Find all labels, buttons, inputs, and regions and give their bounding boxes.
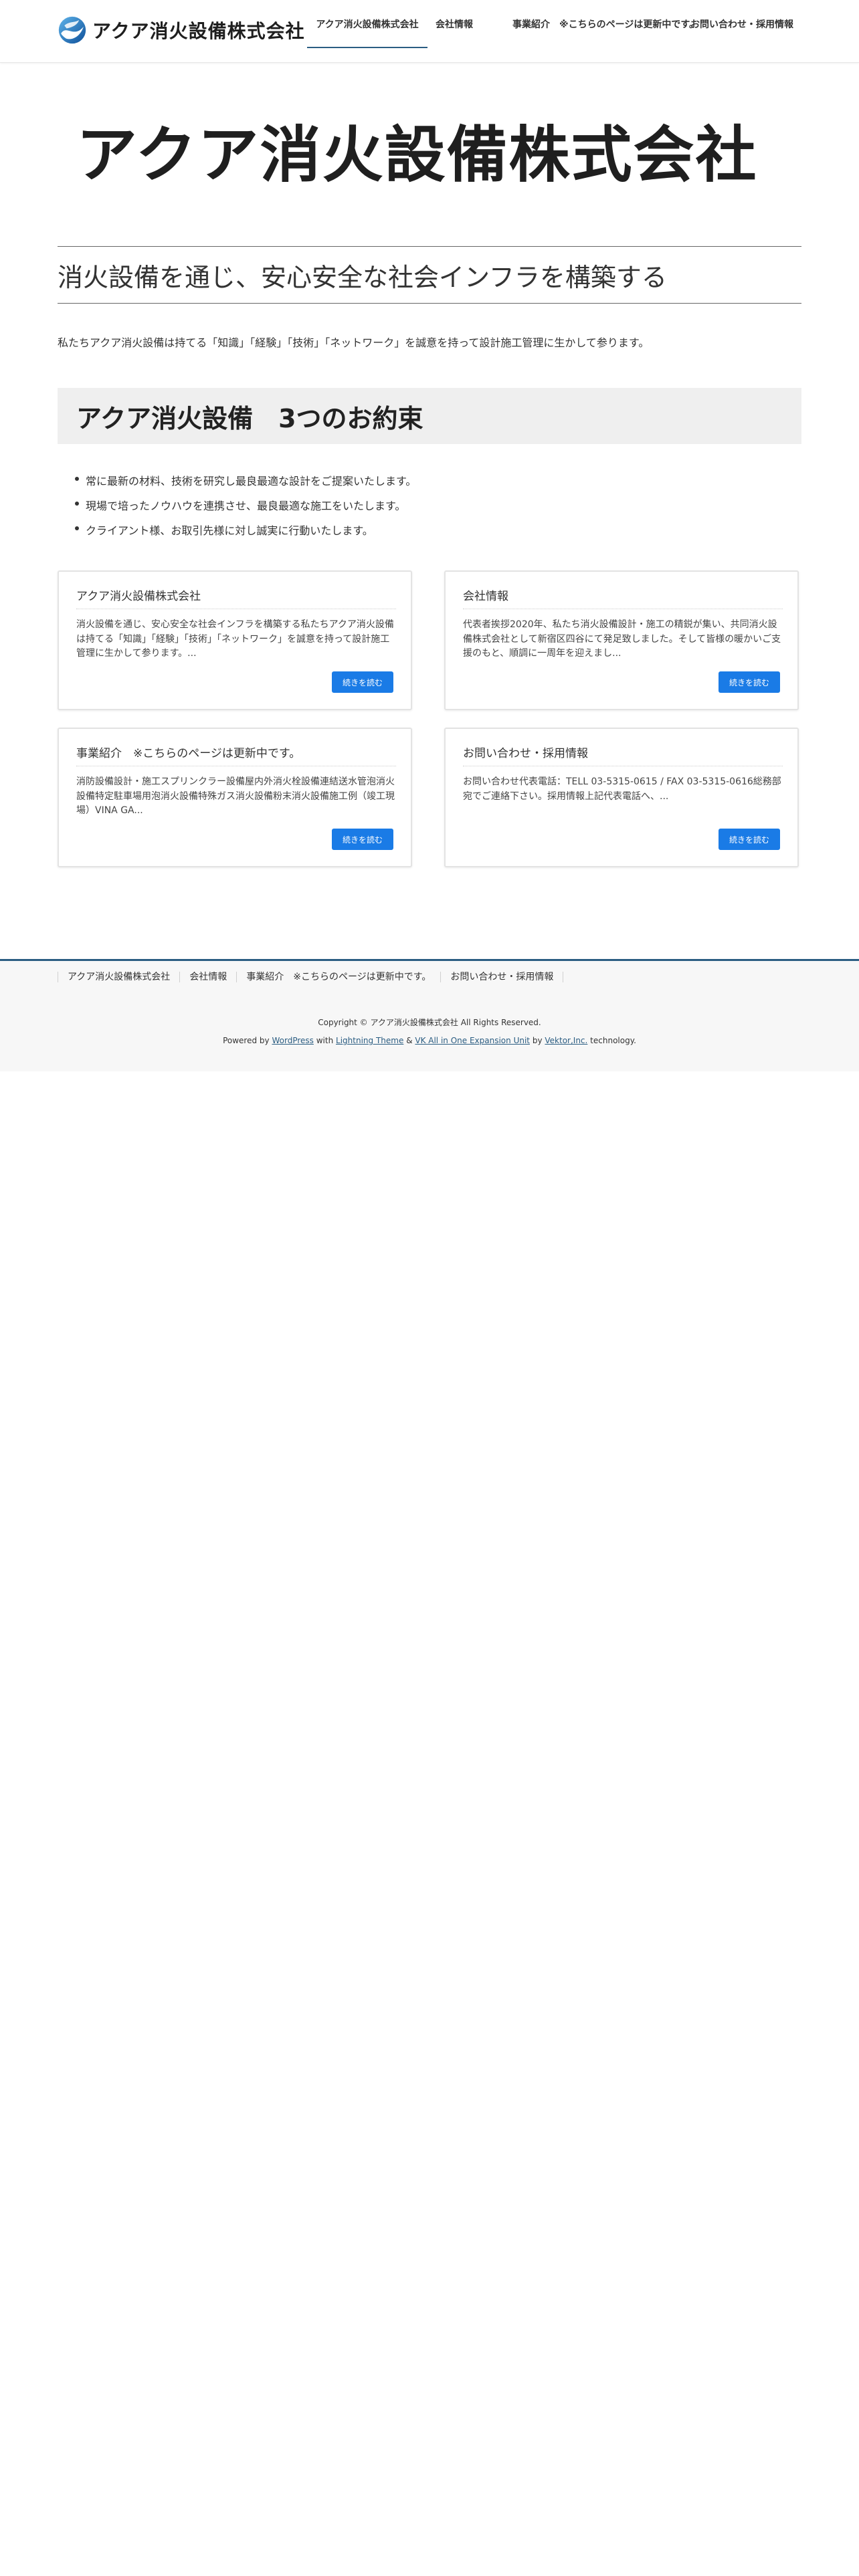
- powered-by-word: by: [532, 1036, 543, 1045]
- intro-text: 私たちアクア消火設備は持てる「知識」「経験」「技術」「ネットワーク」を誠意を持っ…: [58, 336, 650, 349]
- promise-heading: アクア消火設備 3つのお約束: [58, 388, 801, 444]
- vektor-link[interactable]: Vektor,Inc.: [545, 1036, 587, 1045]
- powered-with: with: [316, 1036, 334, 1045]
- header-logo-text: アクア消火設備株式会社: [92, 20, 305, 42]
- footer-nav-contact[interactable]: お問い合わせ・採用情報: [440, 972, 564, 982]
- hero-logo-text: アクア消火設備株式会社: [76, 120, 758, 191]
- read-more-button[interactable]: 続きを読む: [719, 671, 780, 693]
- promise-item: クライアント様、お取引先様に対し誠実に行動いたします。: [75, 522, 755, 546]
- company-wave-logo-icon: [58, 16, 86, 44]
- card-excerpt: 消防設備設計・施工スプリンクラー設備屋内外消火栓設備連結送水管泡消火設備特定駐車…: [76, 776, 395, 817]
- card-title[interactable]: 会社情報: [463, 586, 783, 609]
- card-excerpt: お問い合わせ代表電話：TELL 03-5315-0615 / FAX 03-53…: [463, 776, 781, 802]
- footer-nav-home[interactable]: アクア消火設備株式会社: [58, 972, 179, 982]
- copyright: Copyright © アクア消火設備株式会社 All Rights Reser…: [318, 1018, 541, 1027]
- card-business: 事業紹介 ※こちらのページは更新中です。 消防設備設計・施工スプリンクラー設備屋…: [58, 728, 412, 867]
- card-excerpt: 消火設備を通じ、安心安全な社会インフラを構築する私たちアクア消火設備は持てる「知…: [76, 619, 394, 659]
- site-header: アクア消火設備株式会社 アクア消火設備株式会社 会社情報 事業紹介 ※こちらのペ…: [0, 0, 859, 63]
- card-contact: お問い合わせ・採用情報 お問い合わせ代表電話：TELL 03-5315-0615…: [444, 728, 799, 867]
- powered-prefix: Powered by: [223, 1036, 270, 1045]
- gnav-item-company[interactable]: 会社情報: [434, 0, 475, 48]
- powered-suffix: technology.: [590, 1036, 636, 1045]
- footer-nav-business[interactable]: 事業紹介 ※こちらのページは更新中です。: [236, 972, 440, 982]
- powered-amp: &: [406, 1036, 413, 1045]
- card-excerpt: 代表者挨拶2020年、私たち消火設備設計・施工の精鋭が集い、共同消火設備株式会社…: [463, 619, 781, 659]
- read-more-button[interactable]: 続きを読む: [332, 671, 393, 693]
- promise-item: 常に最新の材料、技術を研究し最良最適な設計をご提案いたします。: [75, 472, 755, 497]
- promise-item: 現場で培ったノウハウを連携させ、最良最適な施工をいたします。: [75, 497, 755, 522]
- header-logo-link[interactable]: アクア消火設備株式会社: [58, 16, 305, 44]
- promise-list: 常に最新の材料、技術を研究し最良最適な設計をご提案いたします。 現場で培ったノウ…: [75, 472, 755, 546]
- card-title[interactable]: お問い合わせ・採用情報: [463, 744, 783, 766]
- footer-nav: アクア消火設備株式会社 会社情報 事業紹介 ※こちらのページは更新中です。 お問…: [58, 972, 564, 982]
- gnav-item-home[interactable]: アクア消火設備株式会社: [307, 0, 427, 48]
- vk-expansion-unit-link[interactable]: VK All in One Expansion Unit: [415, 1036, 530, 1045]
- gnav-item-contact[interactable]: お問い合わせ・採用情報: [689, 0, 795, 48]
- lightning-theme-link[interactable]: Lightning Theme: [336, 1036, 403, 1045]
- card-company: 会社情報 代表者挨拶2020年、私たち消火設備設計・施工の精鋭が集い、共同消火設…: [444, 570, 799, 710]
- read-more-button[interactable]: 続きを読む: [332, 829, 393, 850]
- footer-nav-company[interactable]: 会社情報: [179, 972, 236, 982]
- read-more-button[interactable]: 続きを読む: [719, 829, 780, 850]
- card-title[interactable]: アクア消火設備株式会社: [76, 586, 396, 609]
- powered-by: Powered by WordPress with Lightning Them…: [0, 1036, 859, 1045]
- site-footer: アクア消火設備株式会社 会社情報 事業紹介 ※こちらのページは更新中です。 お問…: [0, 959, 859, 1071]
- page-headline: 消火設備を通じ、安心安全な社会インフラを構築する: [58, 246, 801, 304]
- hero-logo: アクア消火設備株式会社: [58, 100, 756, 210]
- gnav-item-business[interactable]: 事業紹介 ※こちらのページは更新中です。: [512, 0, 698, 48]
- card-home: アクア消火設備株式会社 消火設備を通じ、安心安全な社会インフラを構築する私たちア…: [58, 570, 412, 710]
- card-title[interactable]: 事業紹介 ※こちらのページは更新中です。: [76, 744, 396, 766]
- wordpress-link[interactable]: WordPress: [272, 1036, 313, 1045]
